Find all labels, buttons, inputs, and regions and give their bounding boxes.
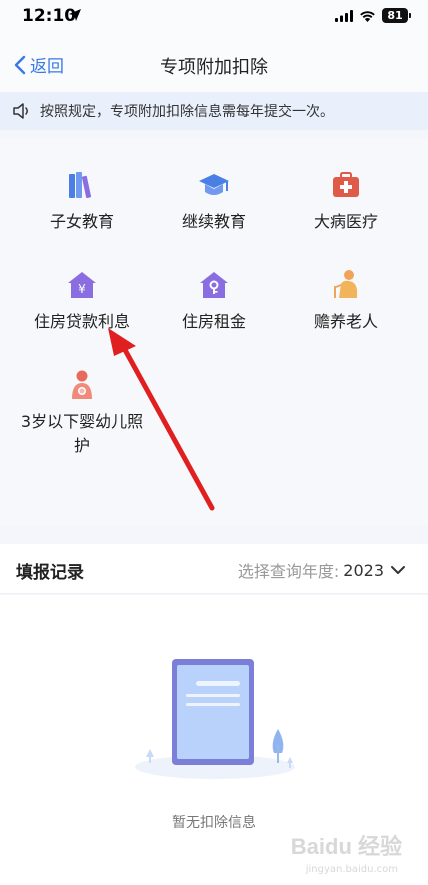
category-child-education[interactable]: 子女教育 [11, 168, 153, 264]
category-mortgage-interest[interactable]: ¥ 住房贷款利息 [11, 268, 153, 364]
baidu-watermark: Baidu 经验 [290, 834, 402, 859]
status-indicators: 81 [335, 8, 411, 23]
category-label: 大病医疗 [313, 212, 378, 231]
house-key-icon [200, 272, 228, 298]
cellular-signal-icon [335, 9, 353, 22]
category-infant-care[interactable]: 3岁以下婴幼儿照护 [11, 368, 153, 488]
empty-document-icon [135, 659, 295, 779]
status-bar: 12:10 81 [0, 0, 428, 36]
records-header: 填报记录 选择查询年度: 2023 [0, 544, 428, 594]
year-selector-value: 2023 [343, 560, 384, 580]
notice-banner: 按照规定，专项附加扣除信息需每年提交一次。 [0, 92, 428, 130]
category-continuing-education[interactable]: 继续教育 [143, 168, 285, 264]
category-housing-rent[interactable]: 住房租金 [143, 268, 285, 364]
baidu-watermark-url: jingyan.baidu.com [305, 864, 398, 875]
year-selector-label: 选择查询年度: [237, 562, 340, 581]
category-label: 3岁以下婴幼儿照护 [20, 412, 144, 455]
notice-text: 按照规定，专项附加扣除信息需每年提交一次。 [40, 104, 334, 120]
battery-level: 81 [387, 9, 403, 22]
category-elderly-support[interactable]: 赡养老人 [275, 268, 417, 364]
category-label: 住房贷款利息 [33, 312, 130, 331]
books-icon [69, 172, 92, 198]
speaker-icon [13, 103, 28, 119]
category-serious-illness[interactable]: 大病医疗 [275, 168, 417, 264]
nav-bar: 返回 专项附加扣除 [0, 36, 428, 92]
category-label: 赡养老人 [313, 312, 378, 331]
category-label: 子女教育 [49, 212, 114, 231]
graduation-cap-icon [199, 174, 229, 195]
category-label: 住房租金 [181, 312, 246, 331]
chevron-down-icon [391, 566, 405, 574]
svg-text:¥: ¥ [78, 282, 86, 296]
location-arrow-icon [69, 9, 81, 21]
wifi-icon [360, 10, 375, 22]
medical-kit-icon [333, 172, 359, 197]
deduction-category-grid: 子女教育 继续教育 大病医疗 ¥ 住房贷款利息 住房租金 赡养老人 3岁以下婴幼… [0, 138, 428, 526]
mother-baby-icon [72, 370, 92, 399]
house-yen-icon: ¥ [68, 272, 96, 298]
elderly-icon [334, 270, 357, 298]
records-title: 填报记录 [16, 563, 84, 583]
year-selector[interactable]: 选择查询年度: 2023 [238, 558, 406, 582]
battery-indicator: 81 [382, 8, 411, 23]
category-label: 继续教育 [181, 212, 246, 231]
page-title: 专项附加扣除 [160, 57, 268, 78]
